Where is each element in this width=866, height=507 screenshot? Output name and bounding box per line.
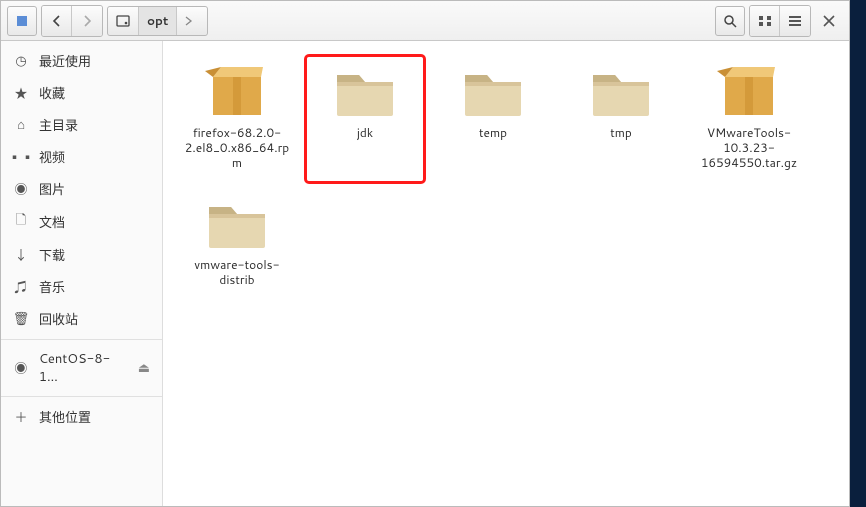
video-icon: ▪▪ (13, 147, 29, 167)
close-button[interactable] (815, 6, 843, 36)
sidebar-item-label: 文档 (39, 212, 65, 232)
sidebar-item-home[interactable]: ⌂ 主目录 (1, 109, 162, 141)
breadcrumb-label: opt (147, 12, 168, 29)
eject-icon[interactable]: ⏏ (138, 359, 150, 377)
star-icon: ★ (13, 83, 29, 103)
back-button[interactable] (42, 6, 72, 36)
file-item[interactable]: firefox-68.2.0-2.el8_0.x86_64.rpm (177, 55, 297, 183)
disc-icon: ◉ (13, 358, 29, 378)
sidebar-item-label: 收藏 (39, 83, 65, 103)
sidebar-item-music[interactable]: ♫ 音乐 (1, 271, 162, 303)
archive-icon (715, 61, 783, 119)
forward-button[interactable] (72, 6, 102, 36)
icon-view-button[interactable] (750, 6, 780, 36)
nav-buttons (41, 5, 103, 37)
breadcrumb-more[interactable] (177, 7, 207, 35)
clock-icon: ◷ (13, 52, 29, 70)
view-buttons (749, 5, 811, 37)
sidebar-item-label: 主目录 (39, 115, 78, 135)
trash-icon: 🗑 (13, 310, 29, 328)
search-icon (723, 14, 737, 28)
breadcrumb-current[interactable]: opt (139, 7, 177, 35)
sidebar-item-label: 图片 (39, 179, 65, 199)
list-view-button[interactable] (780, 6, 810, 36)
search-button[interactable] (715, 6, 745, 36)
sidebar-item-trash[interactable]: 🗑 回收站 (1, 303, 162, 335)
file-item[interactable]: VMwareTools-10.3.23-16594550.tar.gz (689, 55, 809, 183)
chevron-left-icon (51, 15, 63, 27)
sidebar-item-label: 下载 (39, 245, 65, 265)
music-icon: ♫ (13, 277, 29, 297)
sidebar-separator (1, 339, 162, 340)
sidebar-item-label: 其他位置 (39, 407, 91, 427)
app-button[interactable] (7, 6, 37, 36)
folder-item[interactable]: temp (433, 55, 553, 183)
sidebar-item-documents[interactable]: 🗋 文档 (1, 205, 162, 239)
archive-icon (203, 61, 271, 119)
sidebar-item-downloads[interactable]: ↓ 下载 (1, 239, 162, 271)
content-area[interactable]: firefox-68.2.0-2.el8_0.x86_64.rpm jdk te… (163, 41, 849, 506)
file-label: temp (479, 125, 507, 140)
file-app-icon (16, 15, 28, 27)
sidebar: ◷ 最近使用 ★ 收藏 ⌂ 主目录 ▪▪ 视频 ◉ 图片 🗋 文档 ↓ 下载 ♫ 音乐 🗑 回收站… (1, 41, 163, 506)
sidebar-item-label: 最近使用 (39, 51, 91, 71)
file-label: jdk (357, 125, 373, 140)
folder-icon (587, 61, 655, 119)
file-manager-window: opt (0, 0, 850, 507)
file-label: vmware-tools-distrib (182, 257, 292, 287)
camera-icon: ◉ (13, 179, 29, 199)
plus-icon: ＋ (13, 407, 29, 427)
grid-icon (758, 15, 772, 27)
folder-item[interactable]: jdk (305, 55, 425, 183)
file-label: VMwareTools-10.3.23-16594550.tar.gz (694, 125, 804, 170)
folder-icon (331, 61, 399, 119)
sidebar-item-recent[interactable]: ◷ 最近使用 (1, 45, 162, 77)
sidebar-separator (1, 396, 162, 397)
disk-icon (116, 14, 130, 28)
chevron-right-icon (185, 16, 193, 26)
body: ◷ 最近使用 ★ 收藏 ⌂ 主目录 ▪▪ 视频 ◉ 图片 🗋 文档 ↓ 下载 ♫ 音乐 🗑 回收站… (1, 41, 849, 506)
sidebar-item-label: 回收站 (39, 309, 78, 329)
folder-icon (203, 193, 271, 251)
list-icon (788, 15, 802, 27)
file-label: tmp (610, 125, 632, 140)
download-icon: ↓ (13, 245, 29, 265)
folder-item[interactable]: vmware-tools-distrib (177, 187, 297, 315)
sidebar-item-videos[interactable]: ▪▪ 视频 (1, 141, 162, 173)
home-icon: ⌂ (13, 116, 29, 134)
folder-icon (459, 61, 527, 119)
breadcrumb: opt (107, 6, 208, 36)
file-label: firefox-68.2.0-2.el8_0.x86_64.rpm (182, 125, 292, 170)
breadcrumb-root[interactable] (108, 7, 139, 35)
folder-item[interactable]: tmp (561, 55, 681, 183)
sidebar-item-other-locations[interactable]: ＋ 其他位置 (1, 401, 162, 433)
toolbar: opt (1, 1, 849, 41)
sidebar-item-label: CentOS-8-1… (39, 350, 128, 386)
sidebar-item-favorites[interactable]: ★ 收藏 (1, 77, 162, 109)
doc-icon: 🗋 (13, 211, 29, 233)
sidebar-item-device[interactable]: ◉ CentOS-8-1… ⏏ (1, 344, 162, 392)
close-icon (823, 15, 835, 27)
sidebar-item-label: 音乐 (39, 277, 65, 297)
chevron-right-icon (81, 15, 93, 27)
sidebar-item-pictures[interactable]: ◉ 图片 (1, 173, 162, 205)
sidebar-item-label: 视频 (39, 147, 65, 167)
